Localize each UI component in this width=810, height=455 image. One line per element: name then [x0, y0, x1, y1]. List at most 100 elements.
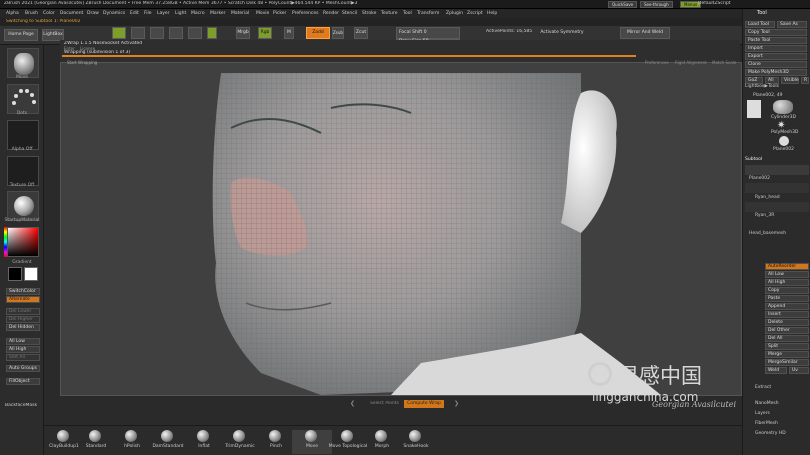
del-other-button[interactable]: Del Other: [765, 327, 809, 334]
brush-move[interactable]: Move: [292, 430, 332, 454]
menu-stencil[interactable]: Stencil: [342, 11, 357, 16]
paste-tool-button[interactable]: Paste Tool: [745, 37, 807, 44]
focal-shift-slider[interactable]: Focal Shift 0: [396, 27, 460, 39]
r-button[interactable]: R: [801, 77, 809, 84]
select-points-step[interactable]: Select Points: [370, 401, 399, 406]
brush-snakehook[interactable]: SnakeHook: [396, 430, 436, 454]
uv-button[interactable]: Uv: [789, 367, 809, 374]
all-button[interactable]: All: [765, 77, 779, 84]
brush-hpolish[interactable]: hPolish: [112, 430, 152, 454]
delete-button[interactable]: Delete: [765, 319, 809, 326]
menu-color[interactable]: Color: [43, 11, 55, 16]
zcut-button[interactable]: Zcut: [354, 27, 368, 39]
all-high-button[interactable]: All High: [6, 346, 40, 353]
brush-thumbnail[interactable]: [7, 48, 39, 78]
home-page-button[interactable]: Home Page: [4, 29, 38, 41]
subtool-row-1[interactable]: [745, 165, 809, 175]
see-through-slider[interactable]: See-through: [640, 1, 673, 8]
menu-tool[interactable]: Tool: [403, 11, 412, 16]
lightbox-tools-label[interactable]: Lightbox▶Tools: [745, 84, 779, 89]
menu-brush[interactable]: Brush: [25, 11, 38, 16]
zadd-button[interactable]: Zadd: [306, 27, 330, 39]
mrgb-button[interactable]: Mrgb: [236, 27, 250, 39]
menu-marker[interactable]: Marker: [210, 11, 226, 16]
all-low-button[interactable]: All Low: [6, 338, 40, 345]
smt-all-button[interactable]: Smt All: [6, 354, 40, 361]
subtool-head-basemesh[interactable]: Head_basemesh: [749, 231, 786, 236]
menu-draw[interactable]: Draw: [87, 11, 99, 16]
stroke-thumbnail[interactable]: [7, 84, 39, 114]
menu-stroke[interactable]: Stroke: [362, 11, 376, 16]
geometry-hd-section[interactable]: Geometry HD: [755, 431, 786, 436]
rotate-button[interactable]: [188, 27, 202, 39]
m-button[interactable]: M: [284, 27, 294, 39]
menu-layer[interactable]: Layer: [157, 11, 170, 16]
plane002-thumb-icon[interactable]: [779, 136, 789, 146]
rgb-button[interactable]: Rgb: [258, 27, 272, 39]
default-zscript-label[interactable]: DefaultZScript: [698, 1, 731, 6]
scale-button[interactable]: [169, 27, 183, 39]
switch-color-button[interactable]: SwitchColor: [6, 288, 40, 295]
layers-section[interactable]: Layers: [755, 411, 770, 416]
export-button[interactable]: Export: [745, 53, 807, 60]
alternate-button[interactable]: Alternate: [6, 296, 40, 303]
quicksave-button[interactable]: QuickSave: [608, 1, 638, 8]
subtool-paste-button[interactable]: Paste: [765, 295, 809, 302]
subtool-plane002[interactable]: Plane002: [749, 176, 770, 181]
menu-light[interactable]: Light: [175, 11, 186, 16]
append-button[interactable]: Append: [765, 303, 809, 310]
brush-damstandard[interactable]: DamStandard: [148, 430, 188, 454]
import-button[interactable]: Import: [745, 45, 807, 52]
del-higher-button[interactable]: Del Higher: [6, 316, 40, 323]
brush-trimdynamic[interactable]: TrimDynamic: [220, 430, 260, 454]
subtool-header[interactable]: Subtool: [745, 157, 762, 162]
menu-file[interactable]: File: [144, 11, 152, 16]
backface-mask-label[interactable]: BackfaceMask: [5, 403, 37, 408]
move-button[interactable]: [150, 27, 164, 39]
visible-button[interactable]: Visible: [781, 77, 799, 84]
auto-reorder-button[interactable]: AutoReorder: [765, 263, 809, 270]
menu-document[interactable]: Document: [60, 11, 83, 16]
material-thumbnail[interactable]: [7, 191, 39, 221]
texture-thumbnail[interactable]: [7, 156, 39, 186]
menu-picker[interactable]: Picker: [273, 11, 286, 16]
prev-arrow-icon[interactable]: ❮: [350, 400, 355, 407]
del-hidden-button[interactable]: Del Hidden: [6, 324, 40, 331]
copy-tool-button[interactable]: Copy Tool: [745, 29, 807, 36]
cylinder-thumb-icon[interactable]: [773, 100, 793, 114]
subtool-all-low-button[interactable]: All Low: [765, 271, 809, 278]
activate-symmetry-button[interactable]: Activate Symmetry: [538, 27, 586, 39]
plane-thumb-icon[interactable]: [747, 100, 761, 118]
menu-preferences[interactable]: Preferences: [292, 11, 318, 16]
a-toggle[interactable]: [207, 27, 217, 39]
zsub-button[interactable]: Zsub: [332, 27, 344, 39]
menu-help[interactable]: Help: [487, 11, 497, 16]
canvas-viewport[interactable]: Start Wrapping Preferences Rigid Alignme…: [60, 60, 742, 396]
subtool-all-high-button[interactable]: All High: [765, 279, 809, 286]
alpha-thumbnail[interactable]: [7, 120, 39, 150]
menu-texture[interactable]: Texture: [381, 11, 397, 16]
load-tool-button[interactable]: Load Tool: [745, 21, 775, 28]
del-lower-button[interactable]: Del Lower: [6, 308, 40, 315]
brush-inflat[interactable]: Inflat: [184, 430, 224, 454]
merge-button[interactable]: Merge: [765, 351, 809, 358]
split-button[interactable]: Split: [765, 343, 809, 350]
menu-zplugin[interactable]: Zplugin: [446, 11, 463, 16]
save-as-button[interactable]: Save As: [777, 21, 807, 28]
main-color-swatch[interactable]: [8, 267, 22, 281]
compute-wrap-step[interactable]: Compute Wrap: [404, 400, 444, 408]
clone-button[interactable]: Clone: [745, 61, 807, 68]
menu-edit[interactable]: Edit: [130, 11, 139, 16]
hue-strip[interactable]: [4, 227, 7, 257]
tool-palette-title[interactable]: Tool: [757, 10, 767, 16]
subtool-row-3[interactable]: [745, 202, 809, 212]
next-arrow-icon[interactable]: ❯: [454, 400, 459, 407]
auto-groups-button[interactable]: Auto Groups: [6, 365, 40, 372]
brush-standard[interactable]: Standard: [76, 430, 116, 454]
subtool-ryan-3r[interactable]: Ryan_3R: [755, 213, 774, 218]
menu-zscript[interactable]: Zscript: [467, 11, 483, 16]
fill-object-button[interactable]: FillObject: [6, 378, 40, 385]
insert-button[interactable]: Insert: [765, 311, 809, 318]
edit-button[interactable]: [112, 27, 126, 39]
menu-material[interactable]: Material: [231, 11, 249, 16]
